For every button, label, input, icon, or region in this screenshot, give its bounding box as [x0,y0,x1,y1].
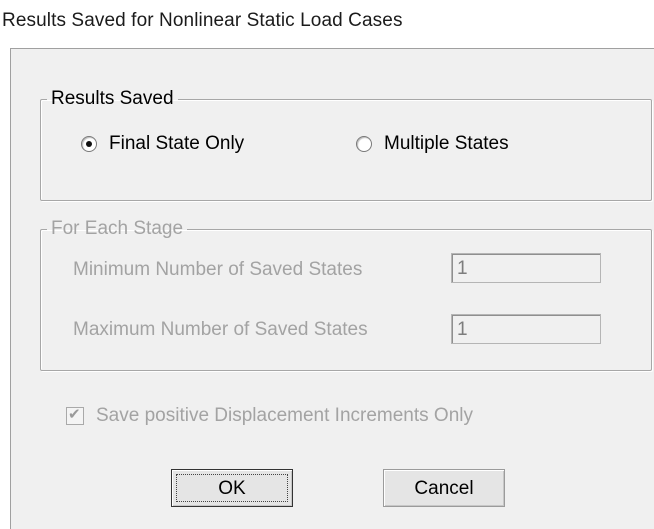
save-positive-increments-checkbox [66,405,84,425]
final-state-only-label: Final State Only [109,133,245,154]
multiple-states-option[interactable]: Multiple States [356,133,509,155]
cancel-button-label: Cancel [414,478,474,499]
min-saved-states-label: Minimum Number of Saved States [73,259,363,280]
save-positive-increments-option: Save positive Displacement Increments On… [66,405,473,427]
for-each-stage-legend: For Each Stage [51,218,184,239]
save-positive-increments-label: Save positive Displacement Increments On… [96,405,473,426]
for-each-stage-group: For Each Stage [40,219,652,371]
max-saved-states-input: 1 [451,314,601,344]
cancel-button[interactable]: Cancel [383,469,505,507]
final-state-only-radio[interactable] [81,136,97,152]
min-saved-states-input: 1 [451,253,601,283]
ok-focus-ring [176,474,288,502]
multiple-states-label: Multiple States [384,133,509,154]
dialog-title: Results Saved for Nonlinear Static Load … [2,10,403,31]
multiple-states-radio[interactable] [356,136,372,152]
ok-button[interactable]: OK [171,469,293,507]
results-saved-legend: Results Saved [51,88,174,109]
max-saved-states-label: Maximum Number of Saved States [73,319,368,340]
results-saved-dialog: Results Saved Final State Only Multiple … [10,48,654,529]
final-state-only-option[interactable]: Final State Only [81,133,244,155]
